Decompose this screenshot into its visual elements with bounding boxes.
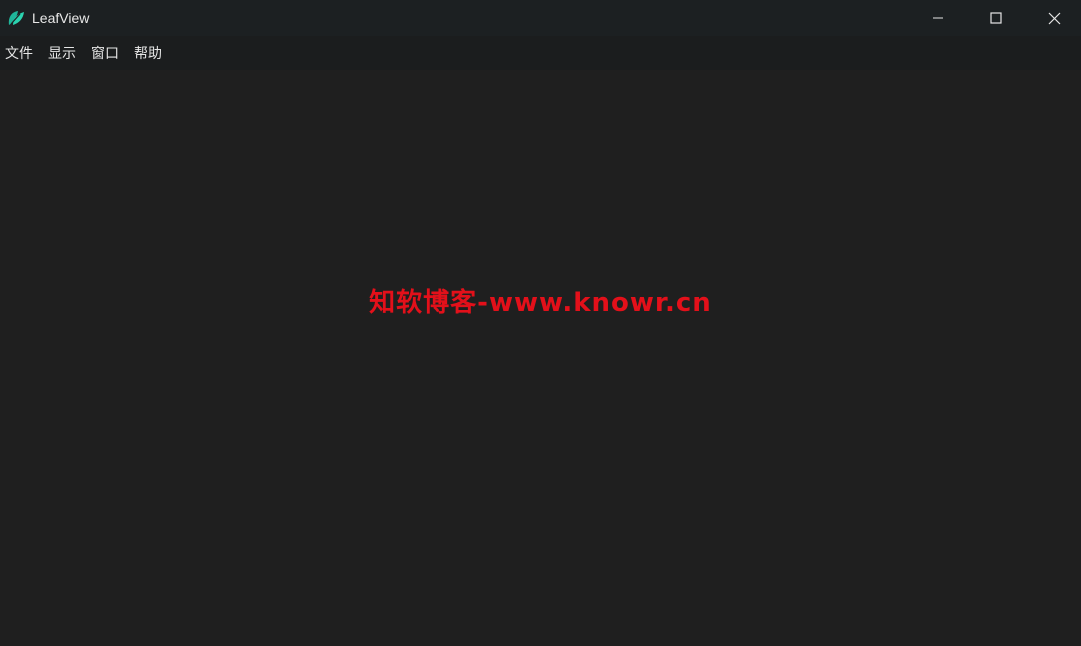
- app-window: LeafView 文件 显示 窗口 帮助 知软博客-www.knowr.cn: [0, 0, 1081, 646]
- menu-bar: 文件 显示 窗口 帮助: [0, 36, 1081, 70]
- window-title: LeafView: [32, 10, 90, 26]
- close-icon: [1048, 12, 1061, 25]
- minimize-icon: [932, 12, 944, 24]
- close-button[interactable]: [1025, 0, 1081, 36]
- menu-view[interactable]: 显示: [48, 44, 76, 62]
- maximize-button[interactable]: [967, 0, 1025, 36]
- menu-help[interactable]: 帮助: [134, 44, 162, 62]
- title-bar[interactable]: LeafView: [0, 0, 1081, 36]
- menu-file[interactable]: 文件: [5, 44, 33, 62]
- minimize-button[interactable]: [909, 0, 967, 36]
- maximize-icon: [990, 12, 1002, 24]
- main-content[interactable]: 知软博客-www.knowr.cn: [0, 70, 1081, 646]
- leaf-icon: [6, 8, 26, 28]
- watermark-text: 知软博客-www.knowr.cn: [369, 288, 712, 318]
- menu-window[interactable]: 窗口: [91, 44, 119, 62]
